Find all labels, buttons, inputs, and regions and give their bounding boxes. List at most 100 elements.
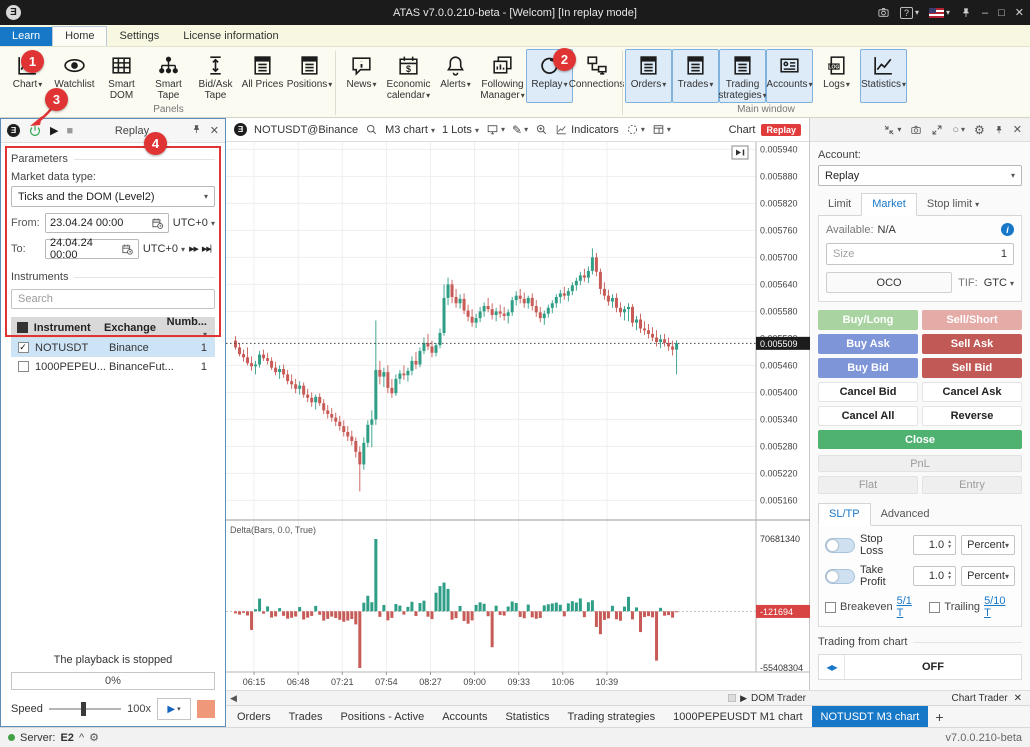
tab-orders[interactable]: Orders xyxy=(228,706,280,727)
indicators-button[interactable]: Indicators xyxy=(555,123,619,136)
search-icon[interactable] xyxy=(365,123,378,136)
opacity-select[interactable]: ○▾ xyxy=(952,124,965,136)
size-input[interactable]: Size 1 xyxy=(826,243,1014,265)
ribbon-button-positions[interactable]: Positions xyxy=(286,49,333,103)
help-button[interactable]: ?▾ xyxy=(900,7,919,19)
table-row[interactable]: 1000PEPEU... BinanceFut... 1 xyxy=(11,357,215,376)
tab-license-information[interactable]: License information xyxy=(171,27,290,46)
pin-icon[interactable] xyxy=(994,125,1004,135)
chevron-up-icon[interactable]: ^ xyxy=(79,732,84,744)
pin-icon[interactable] xyxy=(191,124,202,138)
select-all-checkbox[interactable] xyxy=(17,322,28,333)
ribbon-button-all-prices[interactable]: All Prices xyxy=(239,49,286,103)
from-timezone-select[interactable]: UTC+0 ▾ xyxy=(173,217,215,229)
buy-long-button[interactable]: Buy/Long xyxy=(818,310,918,330)
tab-advanced[interactable]: Advanced xyxy=(871,504,940,525)
stop-loss-unit-select[interactable]: Percent▾ xyxy=(961,535,1015,555)
tab-learn[interactable]: Learn xyxy=(0,27,52,46)
chart-trader-bottom-tab[interactable]: Chart Trader ✕ xyxy=(810,690,1030,705)
tab-statistics[interactable]: Statistics xyxy=(496,706,558,727)
close-position-button[interactable]: Close xyxy=(818,430,1022,449)
ribbon-button-bidask-tape[interactable]: Bid/Ask Tape xyxy=(192,49,239,103)
take-profit-toggle[interactable] xyxy=(825,569,855,584)
entry-button[interactable]: Entry xyxy=(922,476,1022,494)
monitor-select[interactable]: ▾ xyxy=(486,123,505,136)
scroll-right-icon[interactable]: ▶ xyxy=(740,693,747,704)
close-icon[interactable]: ✕ xyxy=(1013,123,1022,136)
ribbon-button-smart-tape[interactable]: Smart Tape xyxy=(145,49,192,103)
trailing-checkbox[interactable] xyxy=(929,602,940,613)
tab-trades[interactable]: Trades xyxy=(280,706,332,727)
minimize-button[interactable]: – xyxy=(982,7,988,19)
expand-icon[interactable] xyxy=(931,124,943,136)
chart-canvas[interactable]: 0.0059400.0058800.0058200.0057600.005700… xyxy=(226,142,809,690)
tab-positions-active[interactable]: Positions - Active xyxy=(331,706,433,727)
ribbon-button-following-manager[interactable]: Following Manager xyxy=(479,49,526,103)
stop-loss-toggle[interactable] xyxy=(825,538,855,553)
to-timezone-select[interactable]: UTC+0 ▾ xyxy=(143,243,185,255)
calendar-clock-icon[interactable] xyxy=(151,217,164,230)
clusters-select[interactable]: ▾ xyxy=(626,123,645,136)
dom-trader-tab[interactable]: DOM Trader xyxy=(751,693,806,704)
tab-market[interactable]: Market xyxy=(861,193,917,216)
screenshot-icon[interactable] xyxy=(877,6,890,19)
tab-accounts[interactable]: Accounts xyxy=(433,706,496,727)
tab-home[interactable]: Home xyxy=(52,26,107,46)
spinner-icon[interactable]: ▲▼ xyxy=(947,571,952,581)
tab-notusdt-m3-chart[interactable]: NOTUSDT M3 chart xyxy=(812,706,929,727)
screenshot-icon[interactable] xyxy=(910,124,922,136)
stop-playback-button[interactable] xyxy=(197,700,215,718)
maximize-button[interactable]: □ xyxy=(998,7,1005,19)
spinner-icon[interactable]: ▲▼ xyxy=(947,540,952,550)
tab-settings[interactable]: Settings xyxy=(107,27,171,46)
lots-select[interactable]: 1 Lots ▾ xyxy=(442,124,479,136)
trailing-settings-link[interactable]: 5/10 T xyxy=(984,595,1015,619)
cancel-ask-button[interactable]: Cancel Ask xyxy=(922,382,1022,402)
language-flag-button[interactable]: ▾ xyxy=(929,8,950,18)
take-profit-unit-select[interactable]: Percent▾ xyxy=(961,566,1015,586)
reverse-button[interactable]: Reverse xyxy=(922,406,1022,426)
ribbon-button-economic-calendar[interactable]: Economic calendar xyxy=(385,49,432,103)
close-icon[interactable]: ✕ xyxy=(210,124,219,137)
breakeven-checkbox[interactable] xyxy=(825,602,836,613)
tif-select[interactable]: GTC ▾ xyxy=(984,277,1014,289)
chart-horizontal-scrollbar[interactable]: ◀ ▶ DOM Trader xyxy=(226,690,810,705)
power-start-replay-icon[interactable] xyxy=(28,124,42,138)
play-icon[interactable]: ▶ xyxy=(50,124,58,137)
add-tab-button[interactable]: + xyxy=(928,706,950,727)
instruments-table-header[interactable]: Instrument Exchange Numb... ▾ xyxy=(11,317,215,338)
oco-button[interactable]: OCO xyxy=(826,272,952,293)
drawing-tools-button[interactable]: ✎▾ xyxy=(512,123,528,137)
ribbon-button-trades[interactable]: Trades xyxy=(672,49,719,103)
gear-icon[interactable]: ⚙ xyxy=(89,731,99,744)
scrollbar-thumb[interactable] xyxy=(728,694,736,702)
table-row[interactable]: ✓ NOTUSDT Binance 1 xyxy=(11,338,215,357)
tab-stop-limit[interactable]: Stop limit ▾ xyxy=(917,194,989,215)
speed-slider-handle[interactable] xyxy=(81,702,86,716)
ribbon-button-orders[interactable]: Orders xyxy=(625,49,672,103)
account-select[interactable]: Replay ▾ xyxy=(818,165,1022,186)
ribbon-button-logs[interactable]: Logs xyxy=(813,49,860,103)
ribbon-button-accounts[interactable]: Accounts xyxy=(766,49,813,103)
stop-loss-value-input[interactable]: 1.0▲▼ xyxy=(913,535,956,555)
row-checkbox-unchecked[interactable] xyxy=(18,361,29,372)
calendar-clock-icon[interactable] xyxy=(121,243,134,256)
ribbon-button-news[interactable]: News xyxy=(338,49,385,103)
sell-bid-button[interactable]: Sell Bid xyxy=(922,358,1022,378)
arrows-left-right-icon[interactable]: ◀▶ xyxy=(819,655,845,679)
buy-bid-button[interactable]: Buy Bid xyxy=(818,358,918,378)
layout-select[interactable]: ▾ xyxy=(652,123,671,136)
ribbon-button-trading-strategies[interactable]: Trading strategies xyxy=(719,49,766,103)
buy-ask-button[interactable]: Buy Ask xyxy=(818,334,918,354)
tab-limit[interactable]: Limit xyxy=(818,194,861,215)
close-icon[interactable]: ✕ xyxy=(1014,693,1022,704)
sell-short-button[interactable]: Sell/Short xyxy=(922,310,1022,330)
timeframe-select[interactable]: M3 chart ▾ xyxy=(385,124,435,136)
market-data-type-select[interactable]: Ticks and the DOM (Level2) ▾ xyxy=(11,186,215,207)
take-profit-value-input[interactable]: 1.0▲▼ xyxy=(913,566,956,586)
zoom-in-icon[interactable] xyxy=(535,123,548,136)
fast-forward-icon[interactable]: ▶▶ xyxy=(189,245,198,253)
ribbon-button-smart-dom[interactable]: Smart DOM xyxy=(98,49,145,103)
collapse-icon[interactable]: ▾ xyxy=(883,124,901,136)
ribbon-button-alerts[interactable]: Alerts xyxy=(432,49,479,103)
